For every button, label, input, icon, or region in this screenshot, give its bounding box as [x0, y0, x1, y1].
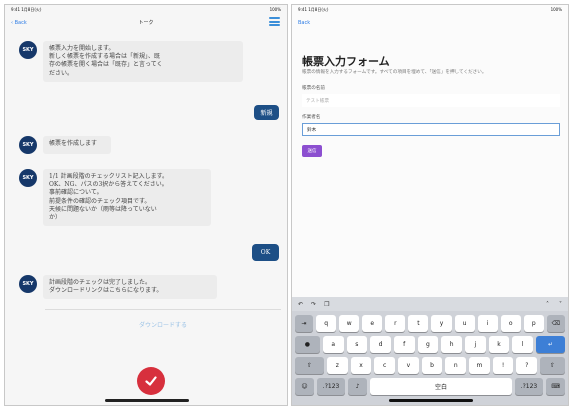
status-battery: 100%: [269, 7, 281, 12]
status-bar: 9:41 1月8日(火) 100%: [5, 5, 287, 14]
bot-message: SKY 1/1 計画段階のチェックリスト記入します。 OK、NG、パスの3択から…: [19, 169, 211, 227]
return-key[interactable]: ↵: [536, 336, 565, 353]
message-bubble: 帳票入力を開始します。 新しく帳票を作成する場合は「新規」、既 存の帳票を開く場…: [43, 41, 243, 82]
message-bubble: 帳票を作成します: [43, 136, 111, 154]
key[interactable]: c: [374, 357, 396, 374]
key[interactable]: z: [326, 357, 348, 374]
redo-icon[interactable]: ↷: [311, 301, 316, 308]
key[interactable]: ?: [516, 357, 538, 374]
key[interactable]: k: [488, 336, 510, 353]
status-battery: 100%: [550, 7, 562, 12]
key[interactable]: t: [408, 315, 429, 332]
key[interactable]: r: [385, 315, 406, 332]
back-button[interactable]: Back: [298, 20, 310, 26]
key[interactable]: j: [464, 336, 486, 353]
key[interactable]: x: [350, 357, 372, 374]
mode-key[interactable]: .?123: [316, 378, 346, 395]
key[interactable]: v: [398, 357, 419, 374]
field-label-worker: 作業者名: [302, 115, 321, 120]
bot-avatar: SKY: [19, 136, 37, 154]
field-label-form-name: 帳票の名前: [302, 86, 325, 91]
bot-avatar: SKY: [19, 169, 37, 187]
back-label: Back: [14, 19, 27, 26]
key[interactable]: y: [431, 315, 452, 332]
chat-screen: 9:41 1月8日(火) 100% ‹ Back トーク SKY 帳票入力を開始…: [4, 4, 288, 406]
key[interactable]: g: [417, 336, 439, 353]
key[interactable]: b: [421, 357, 443, 374]
message-bubble: 計画段階のチェックは完了しました。 ダウンロードリンクはこちらになります。: [43, 275, 217, 300]
checkmark-button[interactable]: [137, 367, 165, 395]
submit-button[interactable]: 送信: [302, 145, 322, 157]
key[interactable]: p: [523, 315, 544, 332]
key[interactable]: u: [454, 315, 475, 332]
mode-key-right[interactable]: .?123: [514, 378, 544, 395]
bot-message: SKY 帳票を作成します: [19, 136, 111, 154]
keyboard-row-4: ☺ .?123 ♪ 空白 .?123 ⌨: [292, 378, 568, 395]
form-screen: 9:41 1月8日(火) 100% Back 帳票入力フォーム 帳票の情報を入力…: [291, 4, 569, 406]
key[interactable]: e: [362, 315, 383, 332]
shift-key-right[interactable]: ⇧: [540, 357, 565, 374]
keyboard-row-2: ● a s d f g h j k l ↵: [292, 336, 568, 353]
bot-avatar: SKY: [19, 41, 37, 59]
home-indicator: [105, 399, 189, 402]
page-title: トーク: [138, 20, 154, 26]
key[interactable]: f: [393, 336, 415, 353]
nav-bar: ‹ Back トーク: [5, 14, 287, 31]
keyboard-row-3: ⇧ z x c v b n m ! ? ⇧: [292, 357, 568, 374]
chevron-up-icon[interactable]: ˄: [546, 301, 549, 308]
key[interactable]: w: [339, 315, 360, 332]
download-link[interactable]: ダウンロードする: [45, 309, 281, 329]
status-bar: 9:41 1月8日(火) 100%: [292, 5, 568, 14]
chevron-down-icon[interactable]: ˅: [559, 301, 562, 308]
status-time: 9:41 1月8日(火): [11, 6, 42, 12]
keyboard-dismiss-icon[interactable]: ⌨: [546, 378, 565, 395]
keyboard-row-1: ⇥ q w e r t y u i o p ⌫: [292, 315, 568, 332]
message-bubble: 1/1 計画段階のチェックリスト記入します。 OK、NG、パスの3択から答えてく…: [43, 169, 211, 227]
key[interactable]: o: [500, 315, 521, 332]
bot-message: SKY 計画段階のチェックは完了しました。 ダウンロードリンクはこちらになります…: [19, 275, 217, 300]
form-description: 帳票の情報を入力するフォームです。すべての項目を埋めて、「送信」を押してください…: [302, 70, 487, 75]
backspace-key[interactable]: ⌫: [546, 315, 565, 332]
form-name-input[interactable]: テスト帳票: [302, 94, 560, 107]
emoji-key[interactable]: ☺: [295, 378, 314, 395]
space-key[interactable]: 空白: [370, 378, 512, 395]
key[interactable]: i: [477, 315, 498, 332]
form-title: 帳票入力フォーム: [302, 55, 390, 68]
globe-key[interactable]: ●: [295, 336, 320, 353]
key[interactable]: s: [346, 336, 368, 353]
keyboard-toolbar: ↶ ↷ ❐ ˄ ˅: [292, 297, 568, 311]
key[interactable]: d: [370, 336, 391, 353]
menu-icon[interactable]: [269, 17, 280, 26]
mic-icon[interactable]: ♪: [348, 378, 368, 395]
key[interactable]: m: [469, 357, 490, 374]
keyboard: ↶ ↷ ❐ ˄ ˅ ⇥ q w e r t y u i o p ⌫ ● a s …: [292, 297, 568, 405]
key[interactable]: !: [492, 357, 514, 374]
key[interactable]: n: [445, 357, 467, 374]
check-icon: [145, 376, 157, 386]
key[interactable]: a: [322, 336, 344, 353]
undo-icon[interactable]: ↶: [298, 301, 303, 308]
nav-bar: Back: [292, 14, 568, 31]
reply-ok-button[interactable]: OK: [252, 244, 279, 261]
clipboard-icon[interactable]: ❐: [324, 301, 329, 308]
worker-name-input[interactable]: 鈴木: [302, 123, 560, 136]
key[interactable]: q: [316, 315, 337, 332]
home-indicator: [389, 399, 473, 402]
reply-new-button[interactable]: 新規: [254, 105, 279, 120]
back-button[interactable]: ‹ Back: [11, 20, 27, 26]
shift-key[interactable]: ⇧: [295, 357, 324, 374]
bot-avatar: SKY: [19, 275, 37, 293]
key[interactable]: h: [441, 336, 462, 353]
key[interactable]: l: [512, 336, 534, 353]
tab-key[interactable]: ⇥: [295, 315, 314, 332]
status-time: 9:41 1月8日(火): [298, 6, 329, 12]
bot-message: SKY 帳票入力を開始します。 新しく帳票を作成する場合は「新規」、既 存の帳票…: [19, 41, 243, 82]
